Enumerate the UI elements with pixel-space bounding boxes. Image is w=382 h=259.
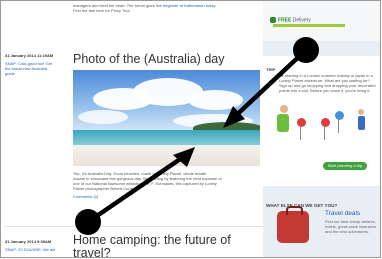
pinch-zoom-arrows-icon <box>75 37 319 235</box>
touch-point-icon <box>75 209 101 235</box>
browser-viewport: managers and treat the heart. The forum … <box>0 0 381 258</box>
pinch-gesture-overlay <box>75 37 319 235</box>
touch-point-icon <box>293 37 319 63</box>
